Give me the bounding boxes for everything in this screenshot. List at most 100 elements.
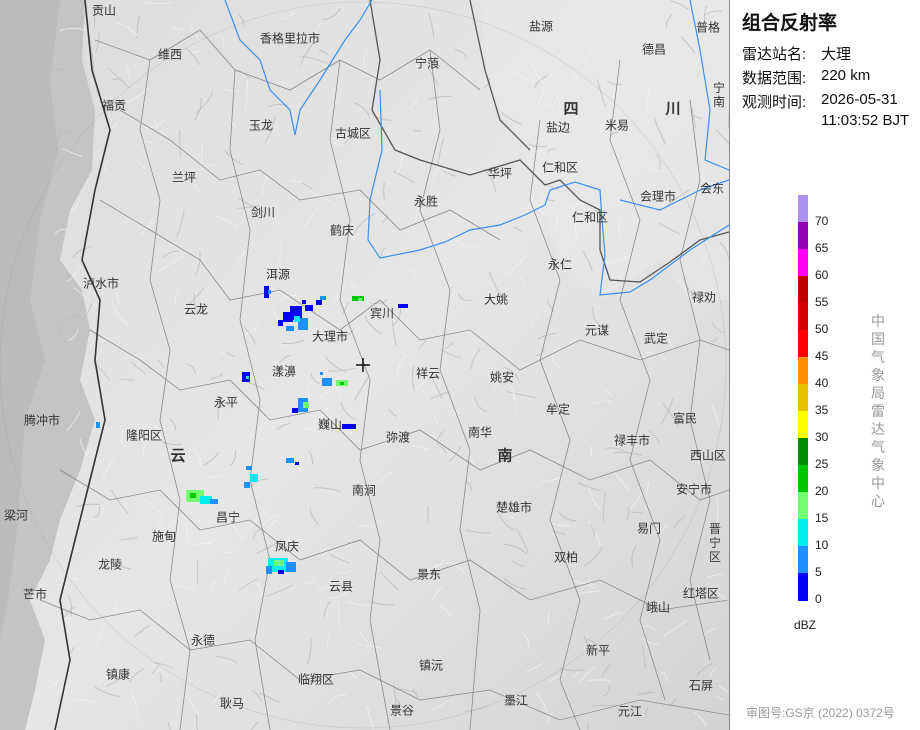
city-label: 峨山 (645, 600, 671, 615)
time-date: 2026-05-31 (821, 91, 898, 108)
city-label: 隆阳区 (125, 428, 163, 443)
city-label: 禄丰市 (613, 433, 651, 448)
city-label: 楚雄市 (495, 500, 533, 515)
range-value: 220 km (821, 67, 871, 84)
city-label: 祥云 (415, 366, 441, 381)
legend-label: 55 (815, 294, 829, 309)
city-label: 香格里拉市 (259, 31, 321, 46)
city-label: 牟定 (545, 402, 571, 417)
city-label: 剑川 (250, 205, 276, 220)
city-label: 仁和区 (571, 210, 609, 225)
city-label: 南涧 (351, 483, 377, 498)
city-label: 景东 (416, 567, 442, 582)
city-label: 普格 (695, 20, 721, 35)
city-label: 晋宁区 (709, 522, 722, 564)
city-label: 云县 (328, 579, 354, 594)
city-label: 兰坪 (171, 170, 197, 185)
city-label: 临翔区 (297, 672, 335, 687)
city-label: 墨江 (503, 693, 529, 708)
city-label: 云龙 (183, 302, 209, 317)
legend-label: 0 (815, 591, 822, 606)
city-label: 福贡 (101, 98, 127, 113)
city-label: 盐源 (528, 19, 554, 34)
radar-map[interactable]: 四 川 云 南 贡山 维西 香格里拉市 宁蒗 盐源 德昌 普格 宁南 福贡 玉龙… (0, 0, 730, 730)
range-label: 数据范围: (742, 70, 807, 87)
city-label: 会理市 (639, 189, 677, 204)
legend-label: 15 (815, 510, 829, 525)
city-label: 宁南 (713, 81, 726, 109)
legend-label: 65 (815, 240, 829, 255)
city-label: 大理市 (311, 329, 349, 344)
city-label: 宾川 (369, 306, 395, 321)
legend-swatch (798, 438, 808, 466)
org-vertical-text: 中国气象局雷达气象中心 (871, 313, 885, 509)
legend-swatch (798, 384, 808, 412)
province-label-si: 四 (563, 100, 579, 118)
legend-label: 70 (815, 213, 829, 228)
city-label: 巍山 (317, 417, 343, 432)
city-label: 梁河 (3, 508, 29, 523)
city-label: 红塔区 (682, 586, 720, 601)
legend-swatch (798, 249, 808, 277)
station-value: 大理 (821, 46, 852, 63)
station-row: 雷达站名: 大理 (742, 43, 851, 64)
legend-swatch (798, 465, 808, 493)
city-label: 泸水市 (82, 276, 120, 291)
time-row: 观测时间: 2026-05-31 (742, 91, 898, 112)
city-label: 维西 (157, 47, 183, 62)
legend-swatch (798, 573, 808, 601)
province-label-chuan: 川 (665, 100, 681, 118)
city-label: 石屏 (688, 678, 714, 693)
legend-swatch (798, 492, 808, 520)
range-row: 数据范围: 220 km (742, 67, 870, 88)
city-label: 华坪 (487, 166, 513, 181)
city-label: 元江 (617, 704, 643, 719)
legend-swatch (798, 276, 808, 304)
city-label: 德昌 (641, 42, 667, 57)
info-panel: 组合反射率 雷达站名: 大理 数据范围: 220 km 观测时间: 2026-0… (730, 0, 920, 730)
legend-swatch (798, 195, 808, 223)
product-title: 组合反射率 (742, 13, 838, 34)
province-label-nan: 南 (497, 447, 513, 465)
legend-swatch (798, 222, 808, 250)
time-clock: 11:03:52 BJT (821, 112, 910, 129)
legend-label: 60 (815, 267, 829, 282)
legend-label: 35 (815, 402, 829, 417)
city-label: 昌宁 (215, 510, 241, 525)
city-label: 新平 (585, 643, 611, 658)
city-label: 西山区 (689, 448, 727, 463)
legend-label: 5 (815, 564, 822, 579)
city-label: 宁蒗 (414, 56, 440, 71)
province-label-yun: 云 (170, 447, 186, 465)
legend-label: 10 (815, 537, 829, 552)
legend-swatch (798, 303, 808, 331)
city-label: 富民 (672, 411, 698, 426)
legend-swatch (798, 546, 808, 574)
legend-label: 50 (815, 321, 829, 336)
city-label: 永德 (190, 633, 216, 648)
city-label: 会东 (699, 181, 725, 196)
radar-view: 四 川 云 南 贡山 维西 香格里拉市 宁蒗 盐源 德昌 普格 宁南 福贡 玉龙… (0, 0, 920, 730)
city-label: 施甸 (151, 529, 177, 544)
echo-tengchong (96, 422, 100, 428)
city-label: 弥渡 (385, 430, 411, 445)
city-label: 姚安 (489, 370, 515, 385)
city-label: 玉龙 (248, 118, 274, 133)
legend-swatch (798, 330, 808, 358)
legend-label: 40 (815, 375, 829, 390)
city-label: 腾冲市 (23, 413, 61, 428)
city-label: 镇沅 (418, 658, 444, 673)
time-label: 观测时间: (742, 94, 807, 111)
legend-label: 30 (815, 429, 829, 444)
city-label: 盐边 (545, 120, 571, 135)
city-label: 元谋 (584, 323, 610, 338)
legend-label: 45 (815, 348, 829, 363)
city-label: 芒市 (22, 587, 48, 602)
legend-label: 20 (815, 483, 829, 498)
city-label: 漾濞 (271, 364, 297, 379)
city-label: 贡山 (91, 3, 117, 18)
city-label: 永平 (213, 395, 239, 410)
legend-swatch (798, 519, 808, 547)
city-label: 禄劝 (691, 290, 717, 305)
city-label: 安宁市 (675, 482, 713, 497)
